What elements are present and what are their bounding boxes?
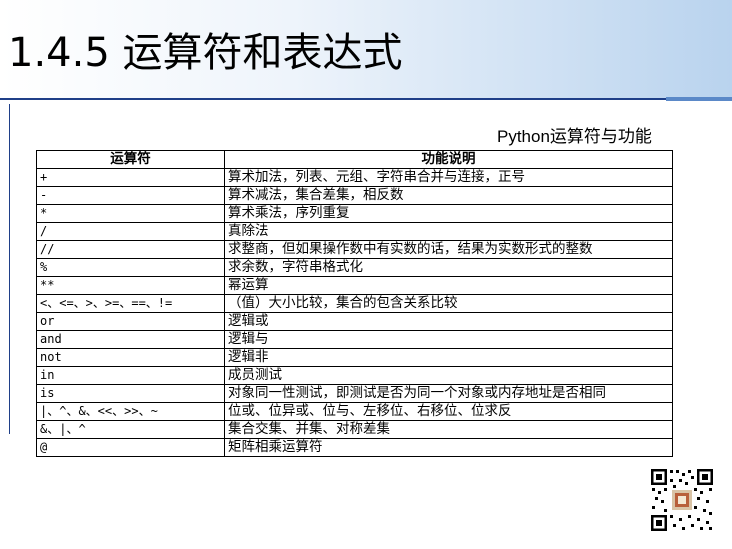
operator-cell: +: [36, 168, 225, 187]
description-cell: 对象同一性测试，即测试是否为同一个对象或内存地址是否相同: [224, 384, 673, 403]
operator-cell: is: [36, 384, 225, 403]
table-row: / 真除法: [36, 222, 673, 241]
title-rule: [0, 98, 666, 100]
operator-cell: -: [36, 186, 225, 205]
table-row: ** 幂运算: [36, 276, 673, 295]
operator-cell: not: [36, 348, 225, 367]
description-cell: 逻辑或: [224, 312, 673, 331]
table-row: is 对象同一性测试，即测试是否为同一个对象或内存地址是否相同: [36, 384, 673, 403]
title-rule-accent: [666, 97, 732, 101]
description-cell: 位或、位异或、位与、左移位、右移位、位求反: [224, 402, 673, 421]
operator-cell: **: [36, 276, 225, 295]
description-cell: 求整商，但如果操作数中有实数的话，结果为实数形式的整数: [224, 240, 673, 259]
operator-cell: or: [36, 312, 225, 331]
description-cell: 算术减法，集合差集，相反数: [224, 186, 673, 205]
operator-cell: %: [36, 258, 225, 277]
table-row: + 算术加法，列表、元组、字符串合并与连接，正号: [36, 168, 673, 187]
table-row: and 逻辑与: [36, 330, 673, 349]
table-row: * 算术乘法，序列重复: [36, 204, 673, 223]
table-row: not 逻辑非: [36, 348, 673, 367]
description-cell: 成员测试: [224, 366, 673, 385]
description-cell: （值）大小比较，集合的包含关系比较: [224, 294, 673, 313]
operator-cell: //: [36, 240, 225, 259]
operator-cell: <、<=、>、>=、==、!=: [36, 294, 225, 313]
operator-cell: and: [36, 330, 225, 349]
header-operator: 运算符: [36, 150, 225, 169]
description-cell: 求余数，字符串格式化: [224, 258, 673, 277]
operator-cell: /: [36, 222, 225, 241]
operator-cell: |、^、&、<<、>>、~: [36, 402, 225, 421]
description-cell: 算术加法，列表、元组、字符串合并与连接，正号: [224, 168, 673, 187]
description-cell: 逻辑非: [224, 348, 673, 367]
description-cell: 算术乘法，序列重复: [224, 204, 673, 223]
table-row: <、<=、>、>=、==、!= （值）大小比较，集合的包含关系比较: [36, 294, 673, 313]
table-row: |、^、&、<<、>>、~ 位或、位异或、位与、左移位、右移位、位求反: [36, 402, 673, 421]
operator-cell: *: [36, 204, 225, 223]
operator-table: 运算符 功能说明 + 算术加法，列表、元组、字符串合并与连接，正号 - 算术减法，集…: [36, 150, 673, 457]
operator-cell: in: [36, 366, 225, 385]
table-row: &、|、^ 集合交集、并集、对称差集: [36, 420, 673, 439]
slide-title: 1.4.5 运算符和表达式: [8, 30, 403, 76]
table-row: - 算术减法，集合差集，相反数: [36, 186, 673, 205]
table-caption: Python运算符与功能: [497, 127, 652, 146]
operator-cell: &、|、^: [36, 420, 225, 439]
header-description: 功能说明: [224, 150, 673, 169]
description-cell: 集合交集、并集、对称差集: [224, 420, 673, 439]
table-row: @ 矩阵相乘运算符: [36, 438, 673, 457]
table-row: or 逻辑或: [36, 312, 673, 331]
table-row: in 成员测试: [36, 366, 673, 385]
operator-cell: @: [36, 438, 225, 457]
qr-code-icon: [650, 468, 714, 532]
table-row: //求整商，但如果操作数中有实数的话，结果为实数形式的整数: [36, 240, 673, 259]
description-cell: 真除法: [224, 222, 673, 241]
table-row: % 求余数，字符串格式化: [36, 258, 673, 277]
description-cell: 幂运算: [224, 276, 673, 295]
left-accent-line: [9, 104, 10, 434]
description-cell: 矩阵相乘运算符: [224, 438, 673, 457]
table-header-row: 运算符 功能说明: [36, 150, 673, 169]
description-cell: 逻辑与: [224, 330, 673, 349]
